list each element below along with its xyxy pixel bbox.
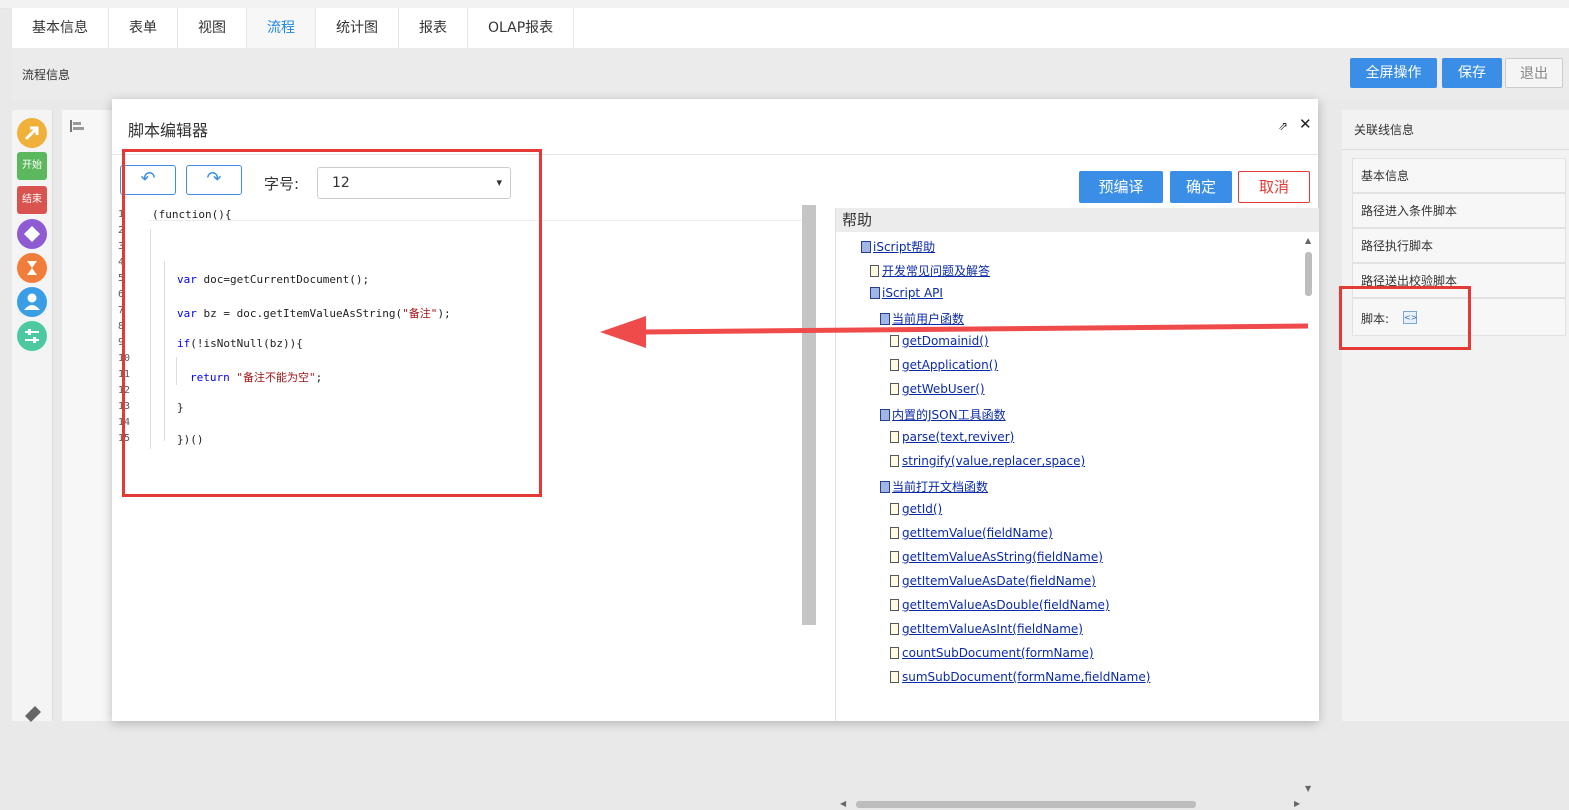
align-icon[interactable] (70, 120, 84, 136)
page-icon (890, 623, 899, 635)
page-icon (890, 503, 899, 515)
book-icon (880, 481, 890, 493)
highlight-box-editor (122, 149, 542, 497)
help-tree-item[interactable]: iScript帮助 (861, 238, 935, 255)
page-icon (890, 455, 899, 467)
help-tree-item[interactable]: getItemValueAsString(fieldName) (890, 550, 1103, 564)
link-basic-info[interactable]: 基本信息 (1352, 158, 1566, 193)
page-icon (890, 647, 899, 659)
help-tree-item[interactable]: parse(text,reviver) (890, 430, 1014, 444)
tab-workflow[interactable]: 流程 (247, 8, 316, 48)
popout-icon[interactable]: ⇗ (1278, 119, 1288, 133)
book-icon (861, 241, 871, 253)
exit-button[interactable]: 退出 (1505, 58, 1563, 88)
book-icon (880, 409, 890, 421)
hscroll-thumb[interactable] (856, 801, 1196, 808)
tab-form[interactable]: 表单 (109, 8, 178, 48)
settings-node-icon[interactable] (17, 321, 47, 351)
page-icon (890, 383, 899, 395)
help-tree-item[interactable]: getItemValueAsDouble(fieldName) (890, 598, 1110, 612)
link-info-panel: 关联线信息 基本信息 路径进入条件脚本 路径执行脚本 路径送出校验脚本 脚本: … (1342, 110, 1569, 721)
page-icon (890, 599, 899, 611)
page-icon (890, 359, 899, 371)
help-tree-item[interactable]: getWebUser() (890, 382, 985, 396)
tab-chart[interactable]: 统计图 (316, 8, 399, 48)
decision-node-icon[interactable] (17, 219, 47, 249)
help-tree-item[interactable]: stringify(value,replacer,space) (890, 454, 1085, 468)
scroll-up-icon[interactable]: ▲ (1305, 236, 1311, 245)
page-icon (890, 527, 899, 539)
tab-report[interactable]: 报表 (399, 8, 468, 48)
scroll-right-icon[interactable]: ▶ (1294, 799, 1300, 808)
help-tree-item[interactable]: 内置的JSON工具函数 (880, 406, 1006, 423)
tab-view[interactable]: 视图 (178, 8, 247, 48)
page-icon (890, 431, 899, 443)
node-palette: 开始 结束 (12, 110, 53, 722)
help-tree-item[interactable]: 开发常见问题及解答 (870, 262, 990, 279)
end-node[interactable]: 结束 (17, 186, 47, 214)
path-enter-condition-script[interactable]: 路径进入条件脚本 (1352, 193, 1566, 228)
help-tree-item[interactable]: getItemValueAsDate(fieldName) (890, 574, 1096, 588)
scroll-thumb[interactable] (1305, 252, 1312, 296)
help-title: 帮助 (836, 208, 1319, 232)
help-tree-item[interactable]: getItemValueAsInt(fieldName) (890, 622, 1083, 636)
start-node[interactable]: 开始 (17, 152, 47, 180)
link-info-title: 关联线信息 (1342, 110, 1569, 150)
page-icon (890, 551, 899, 563)
help-horizontal-scrollbar[interactable]: ◀ ▶ (840, 799, 1306, 810)
precompile-button[interactable]: 预编译 (1079, 171, 1163, 203)
help-tree-item[interactable]: countSubDocument(formName) (890, 646, 1094, 660)
scroll-down-icon[interactable]: ▼ (1305, 784, 1311, 793)
dialog-title: 脚本编辑器 (128, 121, 209, 140)
fullscreen-button[interactable]: 全屏操作 (1350, 58, 1437, 88)
workflow-info-label: 流程信息 (22, 68, 71, 82)
arrow-node-icon[interactable] (17, 118, 47, 148)
eraser-icon[interactable] (21, 700, 45, 728)
timer-node-icon[interactable] (17, 253, 47, 283)
page-icon (890, 671, 899, 683)
help-tree-item[interactable]: getApplication() (890, 358, 998, 372)
path-execute-script[interactable]: 路径执行脚本 (1352, 228, 1566, 263)
tab-basic-info[interactable]: 基本信息 (12, 8, 109, 48)
help-tree-item[interactable]: 当前打开文档函数 (880, 478, 988, 495)
workflow-toolbar: 流程信息 全屏操作 保存 退出 (12, 48, 1569, 100)
page-icon (890, 575, 899, 587)
close-icon[interactable]: ✕ (1299, 115, 1312, 133)
highlight-box-script (1339, 286, 1471, 350)
main-tabs: 基本信息 表单 视图 流程 统计图 报表 OLAP报表 (12, 8, 1569, 48)
page-icon (870, 265, 879, 277)
editor-scrollbar[interactable] (802, 205, 816, 625)
tab-olap-report[interactable]: OLAP报表 (468, 8, 575, 48)
cancel-button[interactable]: 取消 (1238, 171, 1310, 203)
help-tree-item[interactable]: getItemValue(fieldName) (890, 526, 1053, 540)
workflow-canvas[interactable] (62, 110, 118, 721)
help-tree-item[interactable]: getId() (890, 502, 942, 516)
book-icon (870, 287, 880, 299)
annotation-arrow-icon (600, 316, 1309, 348)
help-tree-item[interactable]: sumSubDocument(formName,fieldName) (890, 670, 1150, 684)
save-button[interactable]: 保存 (1442, 58, 1502, 88)
confirm-button[interactable]: 确定 (1170, 171, 1232, 203)
help-tree-item[interactable]: iScript API (870, 286, 943, 300)
user-node-icon[interactable] (17, 287, 47, 317)
help-panel: 帮助 iScript帮助 开发常见问题及解答 iScript API 当前用户函… (835, 208, 1319, 808)
scroll-left-icon[interactable]: ◀ (840, 799, 846, 808)
